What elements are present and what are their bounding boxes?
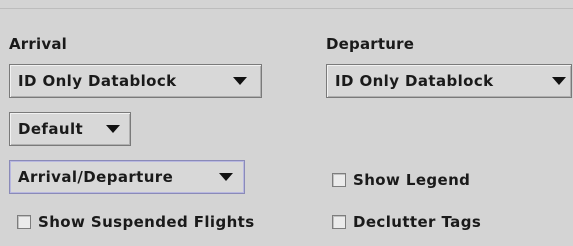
departure-label: Departure <box>326 35 415 53</box>
chevron-down-icon[interactable] <box>106 125 120 133</box>
arrival-datablock-value: ID Only Datablock <box>18 72 177 90</box>
arrival-label: Arrival <box>9 35 67 53</box>
arrival-datablock-dropdown[interactable]: ID Only Datablock <box>9 64 262 98</box>
settings-panel: Arrival Departure ID Only Datablock ID O… <box>0 0 573 246</box>
departure-datablock-value: ID Only Datablock <box>335 72 494 90</box>
declutter-tags-checkbox[interactable] <box>332 215 346 229</box>
declutter-tags-option[interactable]: Declutter Tags <box>332 213 481 231</box>
show-suspended-flights-option[interactable]: Show Suspended Flights <box>17 213 255 231</box>
show-suspended-flights-checkbox[interactable] <box>17 215 31 229</box>
mode-value: Arrival/Departure <box>18 168 174 186</box>
declutter-tags-label: Declutter Tags <box>353 213 482 231</box>
departure-datablock-dropdown[interactable]: ID Only Datablock <box>326 64 572 98</box>
show-legend-checkbox[interactable] <box>332 173 346 187</box>
mode-dropdown[interactable]: Arrival/Departure <box>9 160 245 194</box>
preset-value: Default <box>18 120 84 138</box>
show-legend-label: Show Legend <box>353 171 471 189</box>
chevron-down-icon[interactable] <box>233 77 247 85</box>
show-suspended-flights-label: Show Suspended Flights <box>38 213 255 231</box>
chevron-down-icon[interactable] <box>219 173 233 181</box>
chevron-down-icon[interactable] <box>552 77 566 85</box>
preset-dropdown[interactable]: Default <box>9 112 131 146</box>
divider <box>0 8 573 9</box>
show-legend-option[interactable]: Show Legend <box>332 171 470 189</box>
